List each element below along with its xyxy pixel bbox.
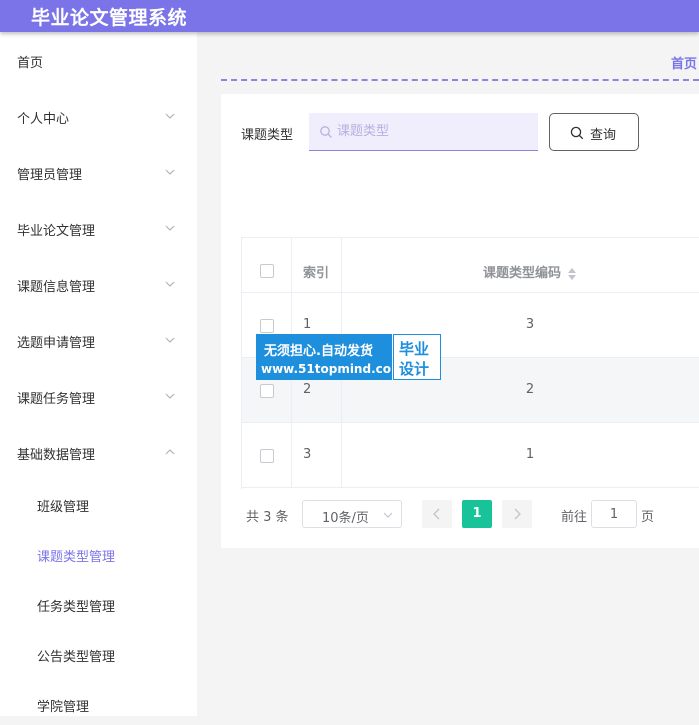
header-code-wrap: 课题类型编码 [342, 262, 699, 281]
search-icon [320, 126, 332, 138]
row-checkbox[interactable] [260, 319, 274, 333]
sidebar-item-label: 选题申请管理 [17, 336, 96, 351]
sidebar-item-label: 个人中心 [17, 112, 70, 127]
sidebar-subitem-label: 公告类型管理 [37, 650, 116, 665]
row-checkbox[interactable] [260, 384, 274, 398]
sidebar-item-topic-apply[interactable]: 选题申请管理 [0, 321, 197, 361]
sidebar-item-label: 基础数据管理 [17, 448, 96, 463]
chevron-left-icon [433, 508, 440, 520]
sidebar: 首页 个人中心 管理员管理 毕业论文管理 课题信息管理 选题申请管理 课题任务管… [0, 32, 197, 716]
watermark-line2: www.51topmind.com [261, 362, 404, 376]
goto-suffix: 页 [641, 510, 655, 525]
top-bar: 毕业论文管理系统 [0, 0, 699, 32]
chevron-down-icon [165, 393, 175, 399]
next-page-button[interactable] [502, 500, 532, 528]
sidebar-subitem-label: 学院管理 [37, 700, 90, 715]
breadcrumb-home[interactable]: 首页 [671, 53, 697, 72]
row-code: 2 [525, 382, 535, 397]
sidebar-subitem-notice-type[interactable]: 公告类型管理 [0, 635, 197, 675]
chevron-up-icon [165, 449, 175, 455]
breadcrumb-divider [221, 79, 699, 81]
goto-page-input[interactable] [591, 500, 637, 528]
query-button[interactable]: 查询 [549, 113, 639, 151]
sidebar-item-home[interactable]: 首页 [0, 41, 197, 81]
row-code: 1 [525, 447, 535, 462]
sidebar-item-label: 课题信息管理 [17, 280, 96, 295]
sidebar-subitem-college[interactable]: 学院管理 [0, 685, 197, 725]
chevron-down-icon [165, 113, 175, 119]
chevron-right-icon [514, 508, 521, 520]
watermark-line1: 无须担心.自动发货 [264, 344, 373, 359]
row-index: 2 [303, 382, 312, 397]
chevron-down-icon [165, 169, 175, 175]
pagination-total: 共 3 条 [246, 510, 289, 525]
row-code: 3 [525, 317, 535, 332]
app-title: 毕业论文管理系统 [31, 7, 188, 29]
search-icon [570, 126, 584, 140]
sidebar-item-base-data[interactable]: 基础数据管理 [0, 433, 197, 473]
chevron-down-icon [165, 225, 175, 231]
sidebar-item-label: 管理员管理 [17, 168, 83, 183]
header-check-cell [242, 238, 292, 292]
pagination: 共 3 条 10条/页 1 前往 页 [221, 498, 699, 528]
table-row[interactable]: 3 1 [242, 423, 699, 488]
select-all-checkbox[interactable] [260, 264, 274, 278]
sidebar-item-admin[interactable]: 管理员管理 [0, 153, 197, 193]
chevron-down-icon [165, 337, 175, 343]
page-size-select[interactable]: 10条/页 [302, 500, 402, 528]
sidebar-item-topic-task[interactable]: 课题任务管理 [0, 377, 197, 417]
row-index: 3 [303, 447, 312, 462]
watermark-right: 毕业 设计 [393, 334, 441, 380]
row-checkbox[interactable] [260, 449, 274, 463]
search-input[interactable] [309, 113, 538, 151]
sidebar-item-label: 首页 [17, 56, 44, 71]
sidebar-item-profile[interactable]: 个人中心 [0, 97, 197, 137]
header-code: 课题类型编码 [482, 266, 561, 281]
query-button-label: 查询 [590, 128, 617, 143]
sidebar-item-label: 毕业论文管理 [17, 224, 96, 239]
watermark-left: 无须担心.自动发货 www.51topmind.com [256, 334, 404, 380]
prev-page-button[interactable] [422, 500, 452, 528]
row-code-cell: 1 [342, 423, 699, 487]
row-index: 1 [303, 317, 312, 332]
table-header-row: 索引 课题类型编码 [242, 238, 699, 293]
sidebar-subitem-label: 班级管理 [37, 500, 90, 515]
header-index-cell: 索引 [292, 238, 342, 292]
row-check-cell [242, 423, 292, 487]
watermark-right-line2: 设计 [399, 360, 430, 378]
chevron-down-icon [383, 512, 393, 518]
sidebar-item-thesis[interactable]: 毕业论文管理 [0, 209, 197, 249]
sidebar-subitem-label: 任务类型管理 [37, 600, 116, 615]
sidebar-item-label: 课题任务管理 [17, 392, 96, 407]
watermark-right-line1: 毕业 [399, 340, 430, 358]
goto-prefix: 前往 [561, 510, 588, 525]
sidebar-subitem-task-type[interactable]: 任务类型管理 [0, 585, 197, 625]
main-panel: 课题类型 查询 索引 课题类型编码 1 3 2 2 [221, 94, 699, 548]
sidebar-subitem-class[interactable]: 班级管理 [0, 485, 197, 525]
sort-icon[interactable] [567, 267, 577, 281]
sidebar-subitem-label: 课题类型管理 [37, 550, 116, 565]
watermark-badge: 无须担心.自动发货 www.51topmind.com 毕业 设计 [256, 334, 441, 380]
page-number-current[interactable]: 1 [462, 500, 492, 528]
page-size-value: 10条/页 [322, 511, 369, 526]
sidebar-item-topic-info[interactable]: 课题信息管理 [0, 265, 197, 305]
header-code-cell[interactable]: 课题类型编码 [342, 238, 699, 292]
search-label: 课题类型 [241, 128, 294, 143]
header-index: 索引 [303, 266, 330, 281]
chevron-down-icon [165, 281, 175, 287]
row-index-cell: 3 [292, 423, 342, 487]
sidebar-subitem-topic-type[interactable]: 课题类型管理 [0, 535, 197, 575]
